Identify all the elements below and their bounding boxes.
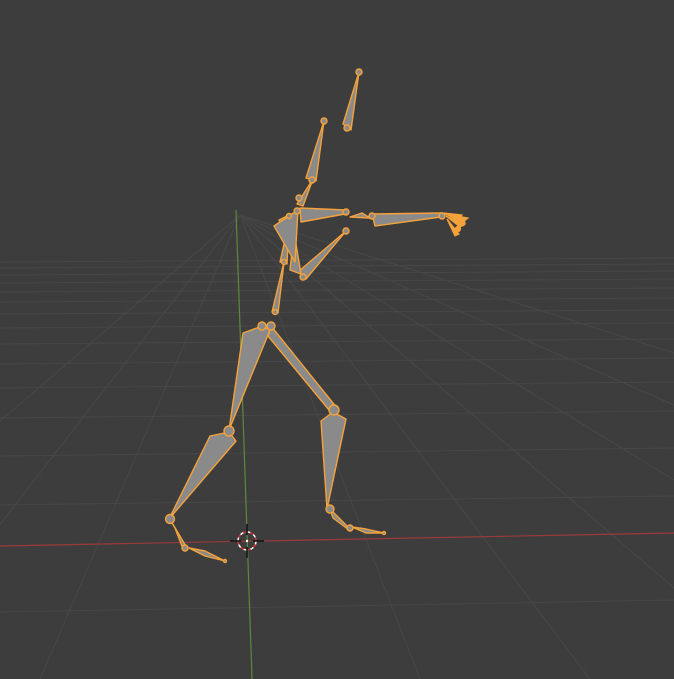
bone-shin-right[interactable] <box>320 411 347 510</box>
bone-upper-hand[interactable] <box>342 71 360 131</box>
bone-upper-arm-extended[interactable] <box>371 212 444 227</box>
bone-forearm-raised[interactable] <box>305 120 325 182</box>
bone-thigh-left[interactable] <box>228 325 271 431</box>
bone-shin-left[interactable] <box>168 431 237 520</box>
bone-toe-left[interactable] <box>188 547 226 562</box>
bone-lower-arm-extended[interactable] <box>349 212 371 219</box>
bone-spine[interactable] <box>271 261 285 314</box>
bone-thigh-right[interactable] <box>267 325 338 411</box>
bone-joints <box>164 68 446 564</box>
3d-viewport[interactable] <box>0 0 674 679</box>
y-axis-line <box>235 209 253 679</box>
hand-bones[interactable] <box>443 212 470 237</box>
x-axis-line <box>0 532 674 547</box>
3d-cursor-icon[interactable] <box>230 524 264 558</box>
bone-toe-right[interactable] <box>351 526 385 534</box>
armature[interactable] <box>168 71 444 562</box>
viewport-canvas[interactable] <box>0 0 674 679</box>
bone-shoulder[interactable] <box>299 207 347 223</box>
